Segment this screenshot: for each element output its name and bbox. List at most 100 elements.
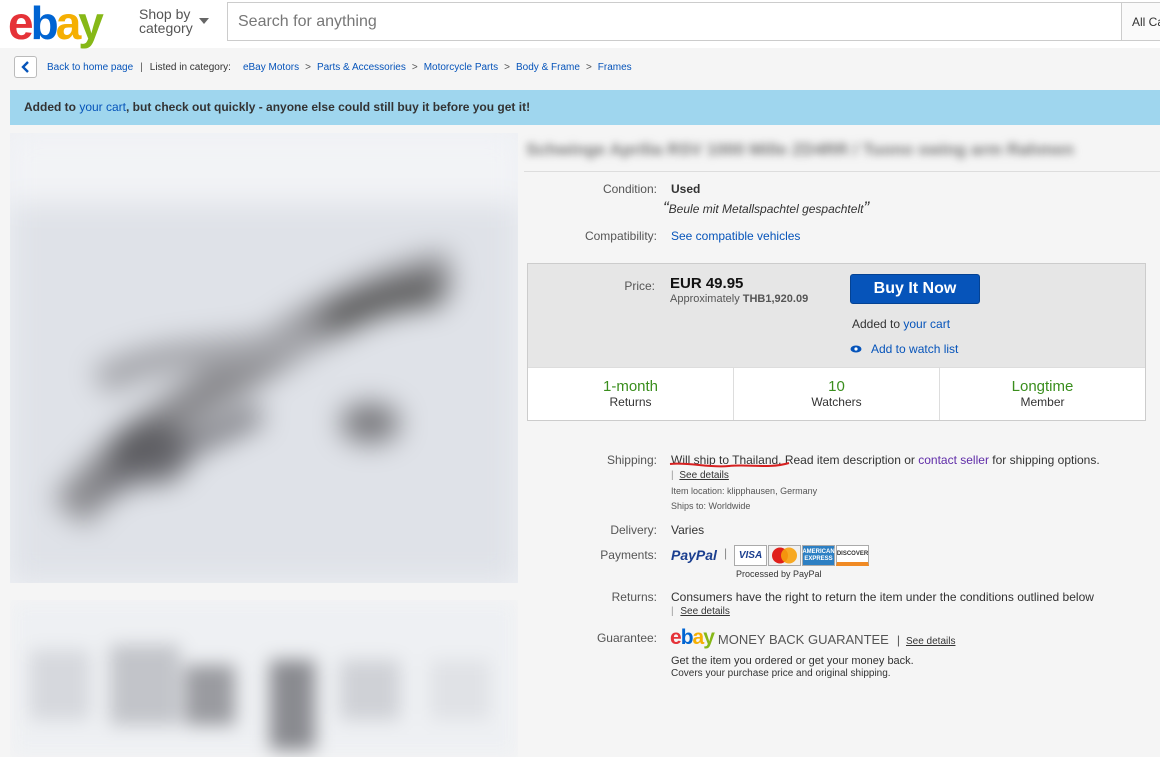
stat-watchers: 10 Watchers	[734, 368, 940, 420]
stat-returns-label: Returns	[609, 395, 652, 409]
buy-it-now-button[interactable]: Buy It Now	[850, 274, 980, 304]
mbg-letter-b: b	[680, 626, 694, 649]
returns-label: Returns:	[611, 590, 657, 604]
crumb-separator: >	[411, 61, 418, 73]
add-to-watch-list-button[interactable]: Add to watch list	[850, 342, 958, 356]
see-compatible-vehicles-link[interactable]: See compatible vehicles	[671, 229, 800, 243]
payments-label: Payments:	[600, 548, 657, 562]
guarantee-line2: Covers your purchase price and original …	[671, 668, 891, 679]
thumbnails-blurred	[10, 600, 518, 757]
divider: |	[140, 61, 143, 73]
price-label: Price:	[624, 279, 655, 293]
crumb-motorcycle-parts[interactable]: Motorcycle Parts	[424, 62, 498, 73]
card-logos: VISA AMERICAN EXPRESS DISCOVER	[734, 545, 869, 566]
crumb-separator: >	[305, 61, 311, 73]
shipping-end: for shipping options.	[988, 453, 1100, 467]
returns-see-details-link[interactable]: See details	[680, 606, 729, 617]
crumb-ebay-motors[interactable]: eBay Motors	[243, 62, 299, 73]
shop-by-category-button[interactable]: Shop by category	[139, 7, 193, 35]
stat-member: Longtime Member	[940, 368, 1145, 420]
banner-prefix: Added to	[24, 100, 80, 114]
thumbnail-strip[interactable]	[10, 600, 518, 757]
divider	[524, 171, 1160, 172]
crumb-parts-accessories[interactable]: Parts & Accessories	[317, 62, 406, 73]
approx-prefix: Approximately	[670, 293, 743, 305]
eye-icon	[850, 345, 862, 353]
item-location: Item location: klipphausen, Germany	[671, 486, 818, 496]
compatibility-label: Compatibility:	[584, 229, 657, 243]
divider: |	[724, 546, 728, 560]
header: ebay Shop by category All Ca	[0, 0, 1160, 48]
contact-seller-link[interactable]: contact seller	[918, 453, 989, 467]
mastercard-circles	[772, 547, 797, 564]
banner-cart-link[interactable]: your cart	[79, 100, 126, 114]
condition-note-text: Beule mit Metallspachtel gespachtelt	[668, 202, 864, 216]
divider: |	[671, 470, 674, 481]
shipping-mid: . Read item description or	[778, 453, 919, 467]
item-image[interactable]	[10, 133, 518, 583]
stat-returns-value: 1-month	[602, 378, 659, 395]
mbg-letter-a: a	[692, 626, 705, 649]
crumb-body-frame[interactable]: Body & Frame	[516, 62, 580, 73]
condition-label: Condition:	[602, 182, 657, 196]
price-approx: Approximately THB1,920.09	[670, 293, 808, 305]
guarantee-see-details-link[interactable]: See details	[906, 636, 955, 647]
guarantee-line1: Get the item you ordered or get your mon…	[671, 655, 914, 667]
logo-letter-a: a	[55, 0, 82, 49]
delivery-label: Delivery:	[610, 523, 657, 537]
guarantee-label: Guarantee:	[596, 631, 657, 645]
money-back-text: MONEY BACK GUARANTEE	[717, 632, 889, 647]
visa-icon: VISA	[734, 545, 767, 566]
money-back-guarantee: ebay MONEY BACK GUARANTEE | See details	[670, 626, 955, 650]
search-input[interactable]	[228, 3, 1121, 40]
mbg-letter-e: e	[670, 626, 682, 649]
added-prefix: Added to	[852, 317, 904, 331]
shop-by-line1: Shop by	[139, 6, 191, 22]
search-box	[227, 2, 1122, 41]
listed-in-label: Listed in category:	[149, 61, 231, 73]
divider: |	[671, 606, 674, 617]
chevron-left-icon	[20, 61, 29, 73]
watch-list-label: Add to watch list	[871, 342, 959, 356]
amex-icon: AMERICAN EXPRESS	[802, 545, 835, 566]
stat-watchers-label: Watchers	[811, 395, 862, 409]
processed-by-paypal: Processed by PayPal	[736, 569, 822, 579]
your-cart-link[interactable]: your cart	[903, 317, 950, 331]
shop-by-line2: category	[139, 20, 193, 36]
back-to-home-link[interactable]: Back to home page	[47, 62, 133, 73]
logo-letter-b: b	[30, 0, 59, 49]
price-box: Price: EUR 49.95 Approximately THB1,920.…	[527, 263, 1146, 421]
divider: |	[896, 633, 900, 647]
mastercard-icon	[768, 545, 801, 566]
ebay-logo[interactable]: ebay	[8, 0, 104, 49]
banner-suffix: , but check out quickly - anyone else co…	[126, 100, 531, 114]
shipping-see-details: | See details	[671, 470, 729, 481]
added-to-cart-banner: Added to your cart, but check out quickl…	[10, 90, 1160, 125]
logo-letter-e: e	[8, 0, 34, 49]
approx-value: THB1,920.09	[742, 293, 809, 305]
ships-to: Ships to: Worldwide	[671, 501, 751, 511]
chevron-down-icon[interactable]	[199, 18, 209, 24]
seller-stats: 1-month Returns 10 Watchers Longtime Mem…	[528, 367, 1145, 420]
back-button[interactable]	[14, 56, 37, 78]
item-title: Schwinge Aprilia RSV 1000 Mille ZD4RR / …	[526, 140, 1074, 159]
crumb-separator: >	[504, 61, 511, 73]
breadcrumb: Back to home page | Listed in category: …	[14, 56, 632, 78]
crumb-frames[interactable]: Frames	[598, 62, 632, 73]
price-value: EUR 49.95	[670, 275, 744, 292]
returns-see-details: | See details	[671, 606, 730, 617]
shipping-see-details-link[interactable]: See details	[679, 470, 728, 481]
stat-watchers-value: 10	[828, 378, 845, 395]
stat-returns: 1-month Returns	[528, 368, 734, 420]
mbg-letter-y: y	[703, 626, 715, 649]
stat-member-label: Member	[1020, 395, 1065, 409]
quote-close: ”	[863, 198, 870, 217]
stat-member-value: Longtime	[1011, 378, 1074, 395]
item-photo-blurred	[10, 133, 518, 583]
discover-icon: DISCOVER	[836, 545, 869, 566]
condition-value: Used	[671, 182, 701, 196]
ebay-mbg-logo: ebay	[670, 626, 715, 650]
paypal-logo: PayPal	[671, 547, 717, 563]
logo-letter-y: y	[78, 0, 104, 49]
all-categories-select[interactable]: All Ca	[1121, 2, 1160, 41]
